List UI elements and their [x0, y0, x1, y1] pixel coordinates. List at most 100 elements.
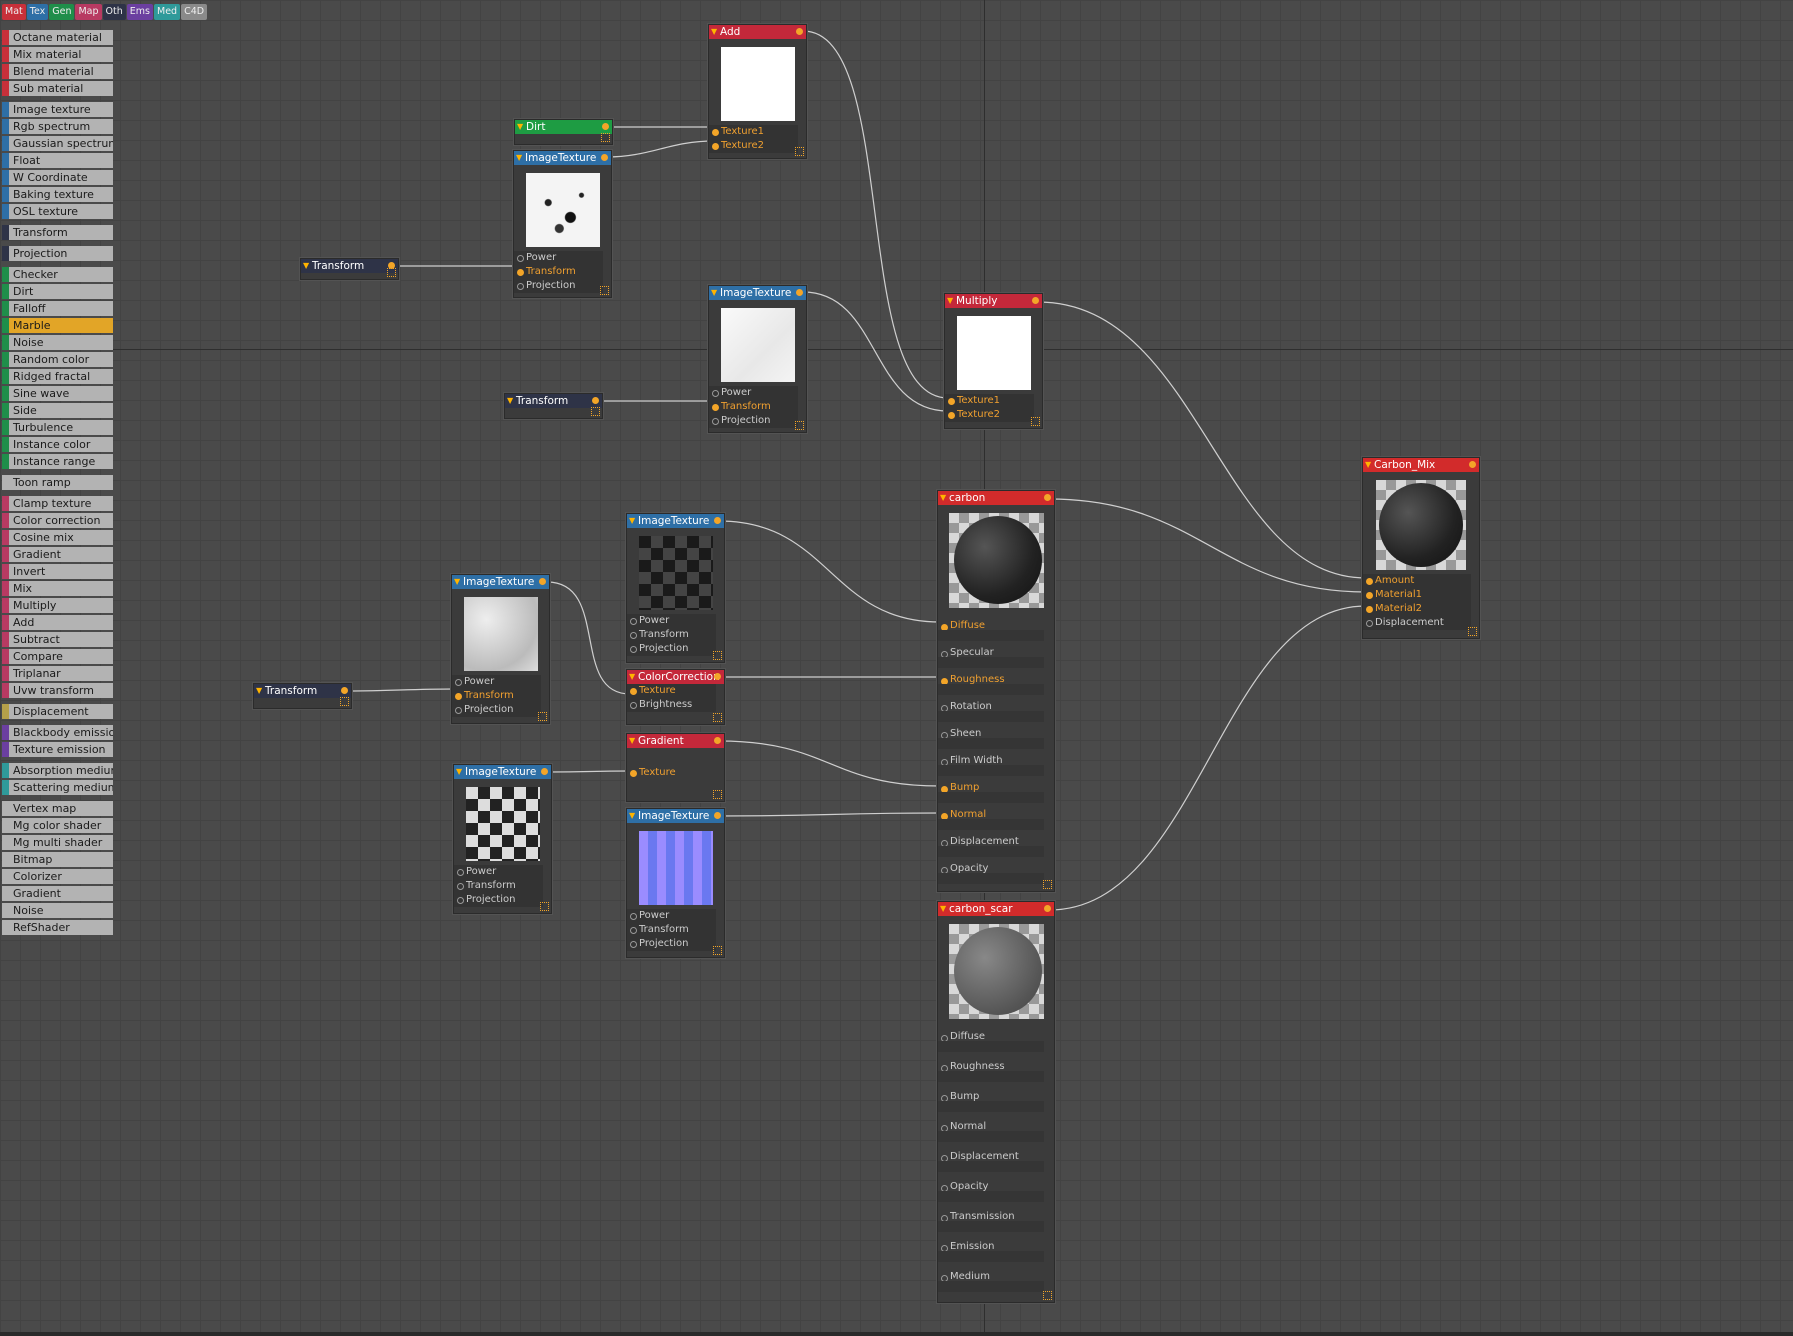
collapse-icon[interactable]: ▼ — [256, 684, 262, 698]
palette-item[interactable]: Marble — [2, 318, 113, 333]
node-image-texture[interactable]: ▼ ImageTexture Power Transform Projection — [626, 808, 725, 958]
palette-item[interactable]: Multiply — [2, 598, 113, 613]
palette-item[interactable]: Rgb spectrum — [2, 119, 113, 134]
collapse-icon[interactable]: ▼ — [940, 902, 946, 916]
collapse-icon[interactable]: ▼ — [629, 670, 635, 684]
collapse-icon[interactable]: ▼ — [711, 25, 717, 39]
collapse-icon[interactable]: ▼ — [940, 491, 946, 505]
node-carbon-scar-material[interactable]: ▼ carbon_scar Diffuse Roughness Bump Norm… — [937, 901, 1055, 1303]
palette-item[interactable]: Sine wave — [2, 386, 113, 401]
palette-item[interactable]: Add — [2, 615, 113, 630]
palette-item[interactable]: Mg multi shader — [2, 835, 113, 850]
palette-item[interactable]: Toon ramp — [2, 475, 113, 490]
palette-item[interactable]: Uvw transform — [2, 683, 113, 698]
palette-item[interactable]: Transform — [2, 225, 113, 240]
resize-handle[interactable] — [795, 147, 804, 156]
resize-handle[interactable] — [600, 286, 609, 295]
collapse-icon[interactable]: ▼ — [517, 120, 523, 134]
tab-med[interactable]: Med — [154, 4, 181, 20]
collapse-icon[interactable]: ▼ — [516, 151, 522, 165]
node-transform[interactable]: ▼ Transform — [504, 393, 603, 419]
input-port-row[interactable]: Film Width — [938, 749, 1054, 776]
palette-item[interactable]: Turbulence — [2, 420, 113, 435]
resize-handle[interactable] — [540, 902, 549, 911]
palette-item[interactable]: Sub material — [2, 81, 113, 96]
node-header[interactable]: ▼ carbon_scar — [938, 902, 1054, 916]
palette-item[interactable]: Color correction — [2, 513, 113, 528]
resize-handle[interactable] — [340, 697, 349, 706]
resize-handle[interactable] — [601, 133, 610, 142]
input-port-row[interactable]: Power — [709, 386, 798, 400]
output-port[interactable] — [714, 673, 721, 680]
palette-item[interactable]: Noise — [2, 903, 113, 918]
input-port-row[interactable]: Bump — [938, 1085, 1054, 1115]
tab-oth[interactable]: Oth — [102, 4, 126, 20]
resize-handle[interactable] — [538, 712, 547, 721]
input-port-row[interactable]: Texture1 — [945, 394, 1034, 408]
input-port-row[interactable]: Opacity — [938, 1175, 1054, 1205]
input-port-row[interactable]: Emission — [938, 1235, 1054, 1265]
input-port-row[interactable]: Rotation — [938, 695, 1054, 722]
collapse-icon[interactable]: ▼ — [711, 286, 717, 300]
output-port[interactable] — [714, 737, 721, 744]
output-port[interactable] — [1032, 297, 1039, 304]
palette-item[interactable]: Instance color — [2, 437, 113, 452]
input-port-row[interactable]: Sheen — [938, 722, 1054, 749]
input-port-row[interactable]: Power — [454, 865, 543, 879]
input-port-row[interactable]: Transform — [709, 400, 798, 414]
node-header[interactable]: ▼ Transform — [254, 684, 351, 698]
collapse-icon[interactable]: ▼ — [947, 294, 953, 308]
input-port-row[interactable]: Roughness — [938, 1055, 1054, 1085]
input-port-row[interactable]: Specular — [938, 641, 1054, 668]
output-port[interactable] — [1044, 905, 1051, 912]
palette-item[interactable]: Colorizer — [2, 869, 113, 884]
input-port-row[interactable]: Power — [627, 614, 716, 628]
node-header[interactable]: ▼ Gradient — [627, 734, 724, 748]
input-port-row[interactable]: Transform — [452, 689, 541, 703]
node-carbon-mix[interactable]: ▼ Carbon_Mix Amount Material1 Material2 D… — [1362, 457, 1480, 639]
node-header[interactable]: ▼ ColorCorrection — [627, 670, 724, 684]
palette-item[interactable]: OSL texture — [2, 204, 113, 219]
input-port-row[interactable]: Transform — [627, 628, 716, 642]
input-port-row[interactable]: Transform — [454, 879, 543, 893]
resize-handle[interactable] — [387, 268, 396, 277]
output-port[interactable] — [714, 812, 721, 819]
palette-item[interactable]: Texture emission — [2, 742, 113, 757]
node-header[interactable]: ▼ Dirt — [515, 120, 612, 134]
palette-item[interactable]: Vertex map — [2, 801, 113, 816]
palette-item[interactable]: Checker — [2, 267, 113, 282]
palette-item[interactable]: Ridged fractal — [2, 369, 113, 384]
node-multiply[interactable]: ▼ Multiply Texture1 Texture2 — [944, 293, 1043, 429]
input-port-row[interactable]: Projection — [454, 893, 543, 907]
node-header[interactable]: ▼ ImageTexture — [454, 765, 551, 779]
input-port-row[interactable]: Brightness — [627, 698, 716, 712]
tab-c4d[interactable]: C4D — [181, 4, 208, 20]
node-header[interactable]: ▼ Multiply — [945, 294, 1042, 308]
palette-item[interactable]: Float — [2, 153, 113, 168]
node-header[interactable]: ▼ ImageTexture — [452, 575, 549, 589]
palette-item[interactable]: Mix — [2, 581, 113, 596]
collapse-icon[interactable]: ▼ — [456, 765, 462, 779]
node-gradient[interactable]: ▼ Gradient Texture — [626, 733, 725, 802]
palette-item[interactable]: Blackbody emission — [2, 725, 113, 740]
input-port-row[interactable]: Transform — [514, 265, 603, 279]
tab-ems[interactable]: Ems — [126, 4, 153, 20]
node-image-texture[interactable]: ▼ ImageTexture Power Transform Projection — [453, 764, 552, 914]
output-port[interactable] — [602, 123, 609, 130]
palette-item[interactable]: Baking texture — [2, 187, 113, 202]
input-port-row[interactable]: Power — [627, 909, 716, 923]
node-header[interactable]: ▼ Transform — [505, 394, 602, 408]
input-port-row[interactable]: Power — [514, 251, 603, 265]
output-port[interactable] — [796, 289, 803, 296]
resize-handle[interactable] — [713, 651, 722, 660]
output-port[interactable] — [601, 154, 608, 161]
palette-item[interactable]: Blend material — [2, 64, 113, 79]
input-port-row[interactable]: Diffuse — [938, 1025, 1054, 1055]
input-port-row[interactable]: Projection — [709, 414, 798, 428]
output-port[interactable] — [592, 397, 599, 404]
collapse-icon[interactable]: ▼ — [629, 734, 635, 748]
input-port-row[interactable]: Displacement — [938, 1145, 1054, 1175]
resize-handle[interactable] — [1468, 627, 1477, 636]
input-port-row[interactable]: Power — [452, 675, 541, 689]
input-port-row[interactable]: Texture2 — [709, 139, 798, 153]
